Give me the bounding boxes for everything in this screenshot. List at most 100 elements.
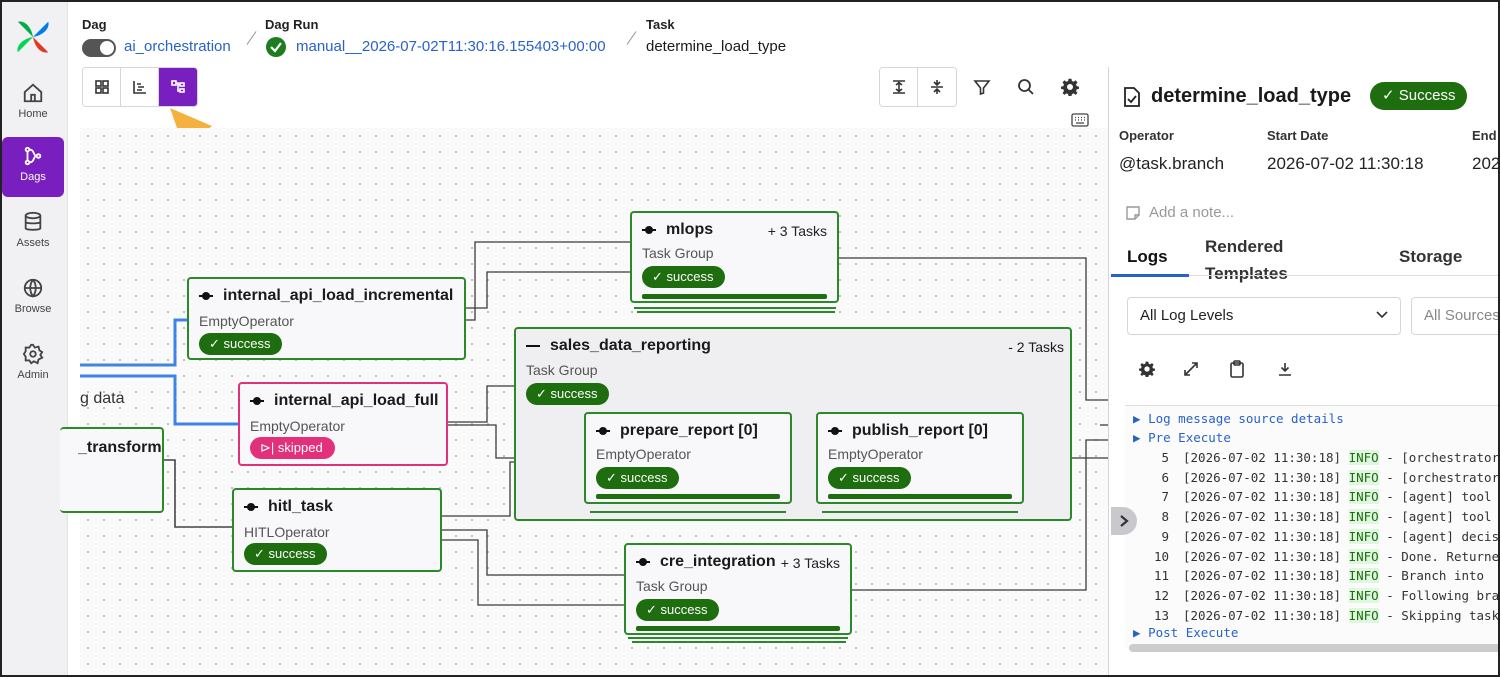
task-node-prepare-report[interactable]: prepare_report [0] EmptyOperator ✓ succe… xyxy=(584,412,792,504)
operator-value: @task.branch xyxy=(1119,154,1225,173)
node-title: internal_api_load_full xyxy=(274,392,439,409)
graph-view-button[interactable] xyxy=(159,68,197,106)
progress-bar xyxy=(636,626,840,631)
collapse-all-button[interactable] xyxy=(918,68,956,106)
end-date-label: End xyxy=(1472,128,1497,143)
node-type: Task Group xyxy=(642,245,714,261)
log-line: 8 [2026-07-02 11:30:18] INFO - [agent] to… xyxy=(1161,509,1492,525)
node-operator: EmptyOperator xyxy=(596,446,691,462)
gear-icon xyxy=(1061,78,1079,96)
node-title: prepare_report [0] xyxy=(620,422,758,439)
log-viewer[interactable]: ▶ Log message source details ▶ Pre Execu… xyxy=(1125,405,1500,649)
search-button[interactable] xyxy=(1011,72,1041,102)
task-node-hitl-task[interactable]: hitl_task HITLOperator ✓ success xyxy=(232,488,442,572)
gantt-view-button[interactable] xyxy=(121,68,159,106)
task-icon xyxy=(250,396,264,405)
dag-run-label: Dag Run xyxy=(265,17,319,32)
graph-icon xyxy=(171,80,185,93)
filter-button[interactable] xyxy=(967,72,997,102)
dag-label: Dag xyxy=(82,17,107,32)
transform-node[interactable]: _transform xyxy=(60,427,164,513)
copy-logs-button[interactable] xyxy=(1225,357,1249,381)
task-file-icon xyxy=(1124,87,1140,107)
expand-all-button[interactable] xyxy=(880,68,918,106)
task-details-panel: determine_load_type ✓ Success Operator @… xyxy=(1108,67,1500,677)
start-date-value: 2026-07-02 11:30:18 xyxy=(1267,154,1424,173)
chevron-down-icon xyxy=(1376,311,1388,319)
status-badge: ✓ success xyxy=(642,266,726,288)
expand-group-count[interactable]: + 3 Tasks xyxy=(781,555,840,571)
node-title: _transform xyxy=(78,439,162,456)
note-icon xyxy=(1126,206,1140,220)
task-icon xyxy=(828,426,842,435)
node-type: Task Group xyxy=(526,362,598,378)
dag-run-link[interactable]: manual__2026-07-02T11:30:16.155403+00:00 xyxy=(296,38,606,55)
add-note-button[interactable]: Add a note... xyxy=(1149,204,1234,221)
chevron-right-icon xyxy=(1120,515,1129,527)
task-node-internal-api-load-full[interactable]: internal_api_load_full EmptyOperator ⊳| … xyxy=(238,382,448,466)
dag-pause-toggle[interactable] xyxy=(82,39,116,57)
airflow-logo[interactable] xyxy=(14,18,52,56)
status-badge: ✓ success xyxy=(526,383,610,405)
progress-bar xyxy=(596,494,780,499)
tab-rendered-templates[interactable]: Rendered Templates xyxy=(1205,233,1325,287)
expand-vertical-icon xyxy=(892,80,905,94)
log-line: 7 [2026-07-02 11:30:18] INFO - [agent] to… xyxy=(1161,489,1492,505)
dag-link[interactable]: ai_orchestration xyxy=(124,38,231,55)
task-node-internal-api-load-incremental[interactable]: internal_api_load_incremental EmptyOpera… xyxy=(187,277,466,360)
log-line: 12 [2026-07-02 11:30:18] INFO - Following… xyxy=(1153,587,1500,603)
node-operator: HITLOperator xyxy=(244,524,330,540)
node-title: sales_data_reporting xyxy=(550,337,711,354)
log-source-select[interactable]: All Sources xyxy=(1411,297,1500,335)
log-settings-button[interactable] xyxy=(1135,357,1159,381)
progress-bar xyxy=(642,294,827,299)
fullscreen-button[interactable] xyxy=(1179,357,1203,381)
task-icon xyxy=(636,557,650,566)
download-logs-button[interactable] xyxy=(1273,357,1297,381)
task-node-publish-report[interactable]: publish_report [0] EmptyOperator ✓ succe… xyxy=(816,412,1024,504)
end-date-value: 2026-07-02 xyxy=(1472,154,1500,173)
node-title: hitl_task xyxy=(268,498,333,515)
layout-controls xyxy=(879,67,957,107)
log-section-toggle[interactable]: ▶ Post Execute xyxy=(1133,625,1238,640)
clipboard-icon xyxy=(1230,360,1244,378)
log-line: 11 [2026-07-02 11:30:18] INFO - Branch in… xyxy=(1153,568,1485,584)
status-badge: ✓ success xyxy=(199,333,283,355)
download-icon xyxy=(1279,363,1291,376)
sidebar-item-home[interactable]: Home xyxy=(2,74,64,134)
log-section-toggle[interactable]: ▶ Log message source details xyxy=(1133,411,1344,426)
tab-storage[interactable]: Storage xyxy=(1399,247,1462,267)
grid-view-button[interactable] xyxy=(83,68,121,106)
database-icon xyxy=(24,211,42,231)
breadcrumb-separator xyxy=(626,31,637,45)
task-group-mlops[interactable]: mlops + 3 Tasks Task Group ✓ success xyxy=(630,211,839,303)
log-section-toggle[interactable]: ▶ Pre Execute xyxy=(1133,430,1231,445)
search-icon xyxy=(1018,79,1034,95)
settings-button[interactable] xyxy=(1055,72,1085,102)
log-level-select[interactable]: All Log Levels xyxy=(1127,297,1401,335)
sidebar-item-dags[interactable]: Dags xyxy=(2,137,64,197)
grid-icon xyxy=(94,80,109,94)
node-operator: EmptyOperator xyxy=(828,446,923,462)
progress-bar xyxy=(828,494,1012,499)
dags-icon xyxy=(24,146,42,166)
sidebar-item-label: Browse xyxy=(14,303,52,315)
view-switcher xyxy=(82,67,198,107)
sidebar-item-label: Assets xyxy=(16,237,50,249)
node-type: Task Group xyxy=(636,578,708,594)
task-label: Task xyxy=(646,17,675,32)
horizontal-scrollbar[interactable] xyxy=(1129,644,1500,652)
status-badge: ✓ Success xyxy=(1370,82,1468,110)
expand-group-count[interactable]: + 3 Tasks xyxy=(768,223,827,239)
task-group-cre-integration[interactable]: cre_integration + 3 Tasks Task Group ✓ s… xyxy=(624,543,852,635)
collapse-group-count[interactable]: - 2 Tasks xyxy=(1008,339,1064,355)
filter-icon xyxy=(973,80,991,96)
node-operator: EmptyOperator xyxy=(250,418,345,434)
node-title: mlops xyxy=(666,221,714,238)
sidebar-item-admin[interactable]: Admin xyxy=(2,335,64,395)
sidebar-item-browse[interactable]: Browse xyxy=(2,269,64,329)
tab-logs[interactable]: Logs xyxy=(1127,247,1168,267)
task-icon xyxy=(596,426,610,435)
sidebar-item-label: Dags xyxy=(20,171,46,183)
sidebar-item-assets[interactable]: Assets xyxy=(2,203,64,263)
